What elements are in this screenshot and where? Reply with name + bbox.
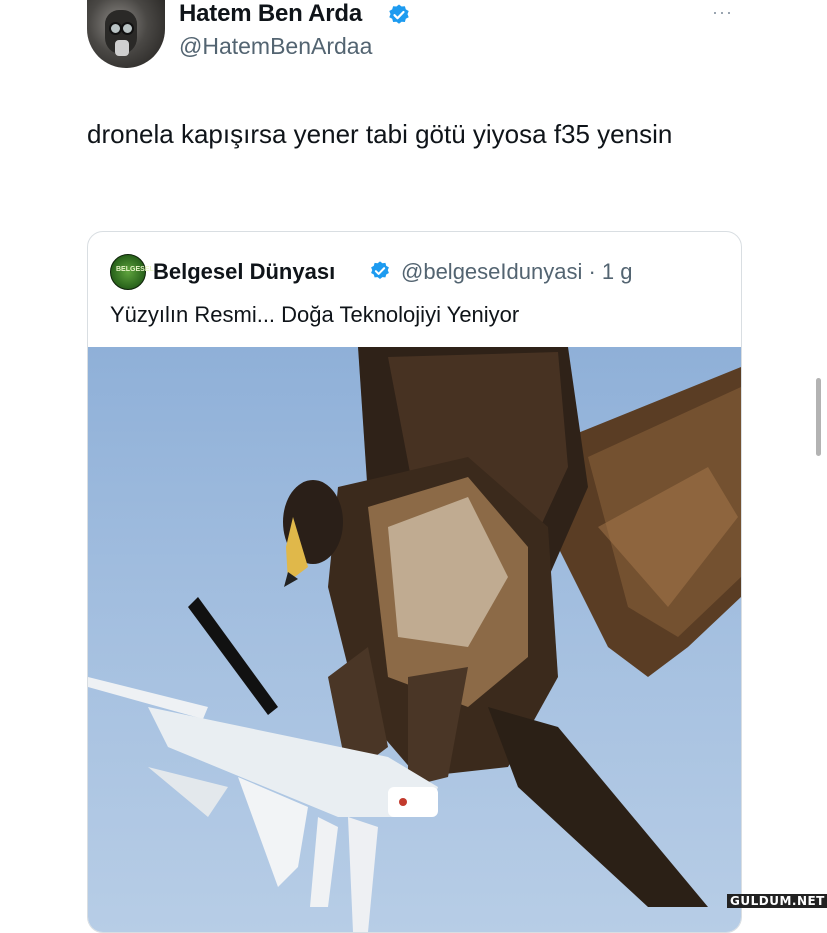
mask-lens-right <box>121 22 134 35</box>
author-name[interactable]: Hatem Ben Arda <box>179 0 362 28</box>
mask-filter <box>115 40 129 56</box>
quoted-verified-badge-icon <box>371 261 389 279</box>
more-options-icon[interactable]: ··· <box>712 2 733 23</box>
quoted-author-name[interactable]: Belgesel Dünyası <box>153 259 335 285</box>
quoted-avatar-text: BELGESEL <box>116 266 154 273</box>
scrollbar[interactable] <box>816 378 821 456</box>
verified-badge-icon <box>389 4 409 24</box>
author-handle[interactable]: @HatemBenArdaa <box>179 33 372 60</box>
watermark-logo: GULDUM.NET <box>727 894 827 908</box>
quoted-tweet-text: Yüzyılın Resmi... Doğa Teknolojiyi Yeniy… <box>110 302 520 327</box>
quoted-tweet[interactable]: BELGESEL Belgesel Dünyası @belgeseIdunya… <box>87 231 742 933</box>
author-avatar[interactable] <box>87 0 165 68</box>
quoted-handle-time[interactable]: @belgeseIdunyasi · 1 g <box>401 259 632 285</box>
tweet-text: dronela kapışırsa yener tabi götü yiyosa… <box>87 119 673 149</box>
quoted-avatar[interactable]: BELGESEL <box>110 254 154 290</box>
eagle-drone-photo[interactable] <box>88 347 741 932</box>
